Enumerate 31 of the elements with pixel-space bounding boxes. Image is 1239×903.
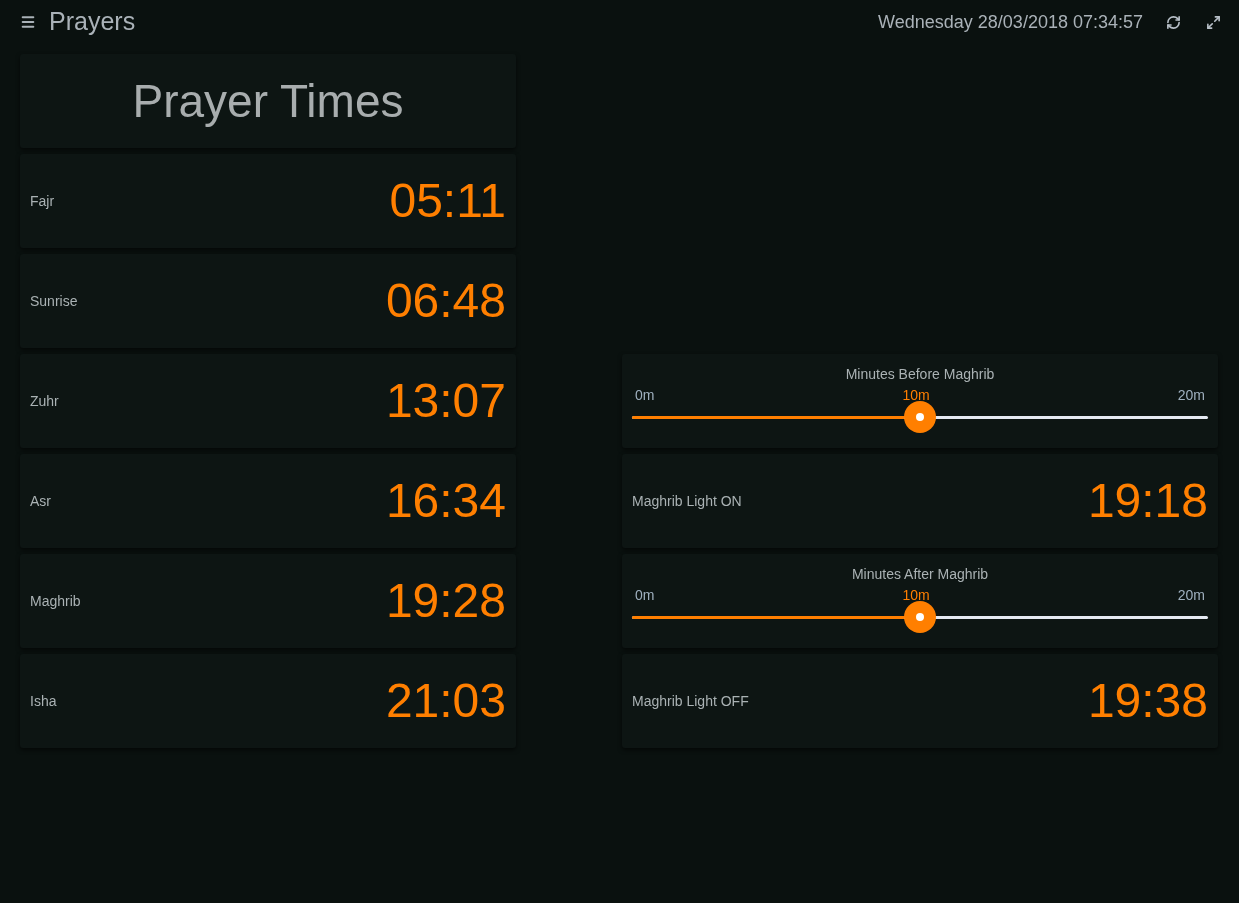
page-title: Prayers — [49, 6, 136, 38]
time-value: 19:18 — [1087, 477, 1208, 525]
slider-title: Minutes Before Maghrib — [845, 365, 995, 383]
time-label: Isha — [30, 691, 57, 711]
time-value: 21:03 — [385, 677, 506, 725]
date-time: Wednesday 28/03/2018 07:34:57 — [878, 10, 1143, 34]
fullscreen-icon[interactable] — [1205, 14, 1221, 30]
time-value: 13:07 — [385, 377, 506, 425]
time-value: 16:34 — [385, 477, 506, 525]
slider-min-label: 0m — [635, 386, 655, 404]
time-label: Fajr — [30, 191, 55, 211]
time-value: 06:48 — [385, 277, 506, 325]
time-value: 05:11 — [389, 177, 506, 225]
time-label: Asr — [30, 491, 51, 511]
time-label: Sunrise — [30, 291, 78, 311]
refresh-icon[interactable] — [1165, 14, 1181, 30]
slider-title: Minutes After Maghrib — [851, 565, 989, 583]
menu-icon[interactable] — [20, 14, 36, 30]
slider-value-label: 10m — [902, 386, 930, 404]
time-label: Maghrib Light ON — [632, 491, 742, 511]
slider-max-label: 20m — [1177, 386, 1205, 404]
time-label: Maghrib — [30, 591, 81, 611]
time-label: Zuhr — [30, 391, 59, 411]
slider-thumb[interactable] — [904, 401, 936, 433]
slider-max-label: 20m — [1177, 586, 1205, 604]
slider-min-label: 0m — [635, 586, 655, 604]
time-value: 19:38 — [1087, 677, 1208, 725]
time-label: Maghrib Light OFF — [632, 691, 749, 711]
slider-thumb[interactable] — [904, 601, 936, 633]
slider-value-label: 10m — [902, 586, 930, 604]
time-value: 19:28 — [385, 577, 506, 625]
